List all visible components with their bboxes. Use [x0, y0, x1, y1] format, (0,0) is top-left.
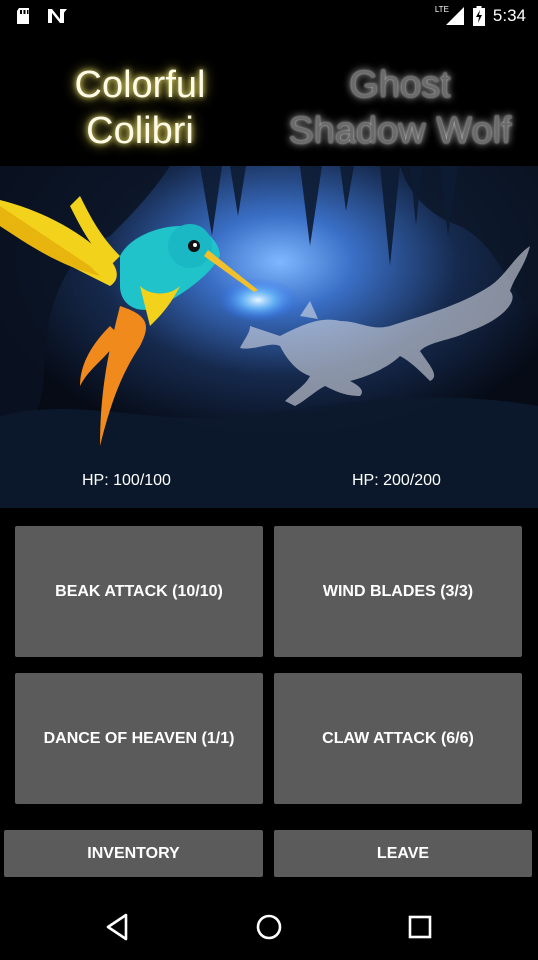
clock: 5:34: [492, 6, 526, 25]
dance-of-heaven-button[interactable]: DANCE OF HEAVEN (1/1): [15, 673, 263, 804]
beak-attack-button[interactable]: BEAK ATTACK (10/10): [15, 526, 263, 657]
battery-charging-icon: [472, 6, 485, 26]
home-icon[interactable]: [254, 912, 284, 942]
enemy-name-line2: Shadow Wolf: [288, 110, 512, 152]
claw-attack-button[interactable]: CLAW ATTACK (6/6): [274, 673, 522, 804]
status-bar: LTE 5:34: [0, 0, 538, 34]
player-hp: HP: 100/100: [82, 472, 171, 489]
navigation-bar: [0, 896, 538, 960]
player-name-line2: Colibri: [86, 110, 194, 152]
back-icon[interactable]: [104, 912, 130, 942]
combatant-names: Colorful Colibri Ghost Shadow Wolf: [0, 34, 538, 166]
inventory-button[interactable]: INVENTORY: [4, 830, 263, 877]
enemy-name-line1: Ghost: [349, 64, 451, 106]
enemy-name: Ghost Shadow Wolf: [270, 62, 530, 154]
recents-icon[interactable]: [407, 912, 433, 942]
wind-blades-button[interactable]: WIND BLADES (3/3): [274, 526, 522, 657]
cave-background: [0, 166, 538, 508]
leave-button[interactable]: LEAVE: [274, 830, 532, 877]
sd-card-icon: [17, 8, 29, 24]
player-name: Colorful Colibri: [10, 62, 270, 154]
no-signal-n-icon: [48, 9, 67, 23]
enemy-hp: HP: 200/200: [352, 472, 441, 489]
battle-scene: [0, 166, 538, 508]
player-name-line1: Colorful: [74, 64, 206, 106]
lte-label: LTE: [434, 4, 449, 14]
